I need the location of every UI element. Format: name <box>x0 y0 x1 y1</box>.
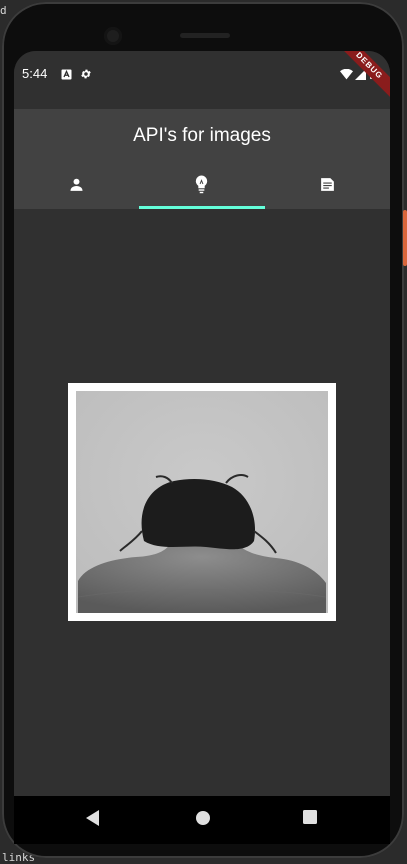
recents-icon[interactable] <box>303 810 317 829</box>
content-area <box>14 209 390 796</box>
tab-lightbulb[interactable] <box>139 164 265 209</box>
ide-fragment-top: d <box>0 4 7 17</box>
tab-document[interactable] <box>265 164 390 209</box>
back-icon[interactable] <box>86 810 100 831</box>
photo-image <box>76 391 328 613</box>
system-nav-bar <box>14 796 390 844</box>
person-icon <box>68 176 85 198</box>
device-screen: 5:44 DEBUG API's for images <box>14 51 390 829</box>
tab-person[interactable] <box>14 164 139 209</box>
home-icon[interactable] <box>195 810 211 831</box>
app-title: API's for images <box>133 125 271 146</box>
document-icon <box>319 176 336 198</box>
lightbulb-icon <box>193 174 210 199</box>
app-bar: API's for images <box>14 109 390 209</box>
wifi-icon <box>340 67 353 85</box>
front-camera <box>104 27 122 45</box>
gear-icon <box>80 67 92 85</box>
image-card <box>68 383 336 621</box>
status-bar: 5:44 DEBUG <box>14 51 390 109</box>
status-time: 5:44 <box>22 66 48 81</box>
a-notification-icon <box>61 67 72 85</box>
tab-bar <box>14 164 390 209</box>
power-button[interactable] <box>403 210 407 266</box>
earpiece-speaker <box>180 33 230 38</box>
